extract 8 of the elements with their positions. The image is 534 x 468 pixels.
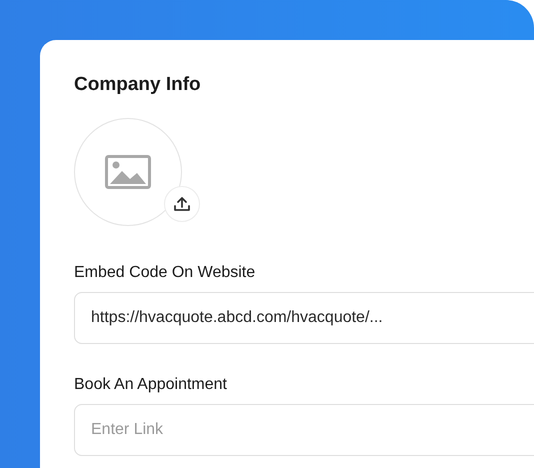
- input-field[interactable]: Enter Link: [74, 404, 534, 456]
- field-label: Book An Appointment: [74, 376, 228, 394]
- image-icon: [105, 155, 151, 189]
- upload-icon: [173, 195, 191, 213]
- section-title: Company Info: [74, 74, 202, 96]
- upload-button[interactable]: [164, 186, 200, 222]
- field-label: Embed Code On Website: [74, 264, 256, 282]
- input-field[interactable]: https://hvacquote.abcd.com/hvacquote/...: [74, 292, 534, 344]
